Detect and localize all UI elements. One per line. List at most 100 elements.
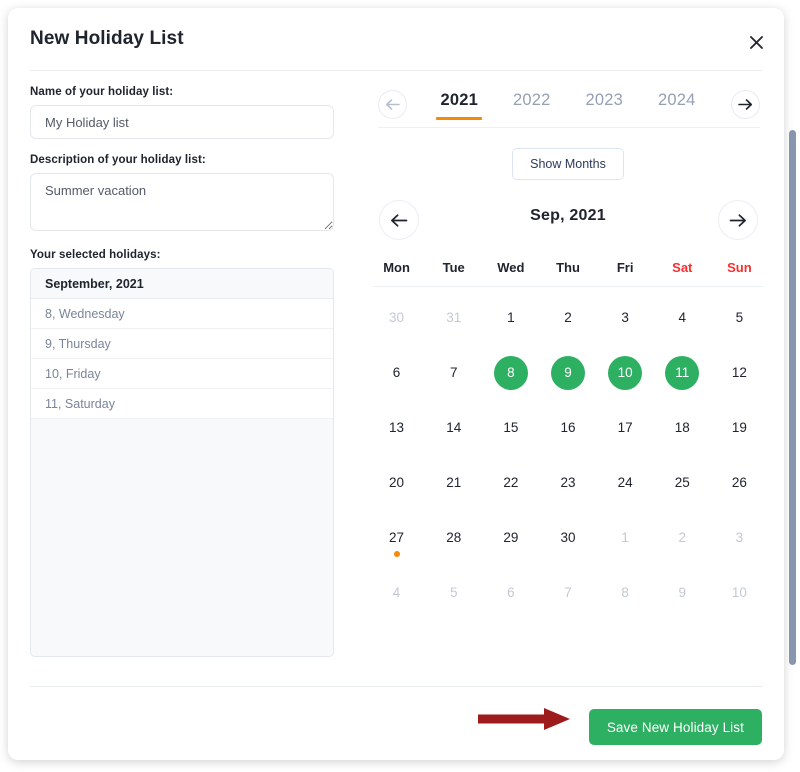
calendar-day-cell[interactable]: 28 (425, 510, 482, 565)
footer-divider (30, 686, 762, 687)
calendar-day-cell[interactable]: 29 (482, 510, 539, 565)
calendar-day-cell[interactable]: 30 (368, 290, 425, 345)
list-item[interactable]: 9, Thursday (31, 329, 333, 359)
calendar-day-cell[interactable]: 16 (539, 400, 596, 455)
calendar-day-number: 10 (608, 355, 643, 390)
calendar-day-cell[interactable]: 7 (425, 345, 482, 400)
weekday-header-sat: Sat (672, 260, 693, 275)
calendar-day-cell[interactable]: 1 (482, 290, 539, 345)
calendar-day-cell[interactable]: 26 (711, 455, 768, 510)
calendar-day-number: 15 (503, 419, 519, 435)
calendar-day-number: 11 (665, 355, 700, 390)
calendar-day-number: 16 (560, 419, 576, 435)
calendar-day-number: 23 (560, 474, 576, 490)
holiday-list-description-input[interactable]: Summer vacation (30, 173, 334, 231)
calendar-day-number: 25 (674, 474, 690, 490)
calendar-day-cell[interactable]: 1 (597, 510, 654, 565)
calendar-day-cell[interactable]: 23 (539, 455, 596, 510)
calendar-day-number: 4 (678, 309, 687, 325)
calendar-day-cell[interactable]: 3 (597, 290, 654, 345)
list-item[interactable]: 8, Wednesday (31, 299, 333, 329)
calendar-day-cell[interactable]: 15 (482, 400, 539, 455)
calendar-day-number: 14 (446, 419, 462, 435)
weekday-header-thu: Thu (556, 260, 580, 275)
year-tab-2024[interactable]: 2024 (654, 86, 700, 120)
arrow-right-icon (729, 213, 746, 227)
prev-year-button[interactable] (378, 90, 407, 119)
calendar-day-cell[interactable]: 25 (654, 455, 711, 510)
calendar-day-number: 2 (564, 309, 572, 325)
selected-holidays-label: Your selected holidays: (30, 249, 161, 261)
next-year-button[interactable] (731, 90, 760, 119)
calendar-day-cell[interactable]: 22 (482, 455, 539, 510)
weekday-header-wed: Wed (497, 260, 525, 275)
calendar-day-number: 5 (735, 309, 744, 325)
year-tab-2021[interactable]: 2021 (436, 86, 482, 120)
calendar-day-number: 17 (617, 419, 633, 435)
calendar-day-cell[interactable]: 21 (425, 455, 482, 510)
calendar-day-cell[interactable]: 4 (368, 565, 425, 620)
calendar-day-cell[interactable]: 20 (368, 455, 425, 510)
year-tab-2023[interactable]: 2023 (581, 86, 627, 120)
weekday-header-sun: Sun (727, 260, 752, 275)
calendar-day-number: 12 (731, 364, 747, 380)
scrollbar-thumb[interactable] (789, 130, 796, 665)
dialog-header: New Holiday List (8, 8, 784, 70)
calendar-day-cell[interactable]: 13 (368, 400, 425, 455)
calendar-day-cell[interactable]: 19 (711, 400, 768, 455)
calendar-weekday-header: Mon Tue Wed Thu Fri Sat Sun (368, 260, 768, 286)
calendar-day-number: 13 (389, 419, 405, 435)
calendar-day-cell[interactable]: 2 (654, 510, 711, 565)
calendar-day-number: 8 (621, 584, 629, 600)
calendar-day-number: 1 (621, 529, 629, 545)
calendar-day-cell[interactable]: 12 (711, 345, 768, 400)
calendar-day-number: 29 (503, 529, 519, 545)
close-icon[interactable] (744, 30, 768, 54)
calendar-day-cell[interactable]: 30 (539, 510, 596, 565)
calendar-day-cell[interactable]: 24 (597, 455, 654, 510)
calendar-day-cell[interactable]: 8 (482, 345, 539, 400)
calendar-day-cell[interactable]: 8 (597, 565, 654, 620)
calendar-day-number: 24 (617, 474, 633, 490)
weekday-header-tue: Tue (442, 260, 465, 275)
list-item[interactable]: 10, Friday (31, 359, 333, 389)
month-navigation: Sep, 2021 (368, 194, 768, 258)
list-item[interactable]: 11, Saturday (31, 389, 333, 419)
calendar-day-number: 19 (731, 419, 747, 435)
year-tab-2022[interactable]: 2022 (509, 86, 555, 120)
year-tabs-underline (378, 127, 760, 128)
calendar-day-cell[interactable]: 6 (368, 345, 425, 400)
calendar-day-number: 2 (678, 529, 687, 545)
calendar-day-cell[interactable]: 9 (654, 565, 711, 620)
next-month-button[interactable] (718, 200, 758, 240)
calendar-day-cell[interactable]: 7 (539, 565, 596, 620)
calendar-day-cell[interactable]: 11 (654, 345, 711, 400)
holiday-list-name-input[interactable] (30, 105, 334, 139)
calendar-day-number: 21 (446, 474, 462, 490)
calendar-day-cell[interactable]: 17 (597, 400, 654, 455)
save-new-holiday-list-button[interactable]: Save New Holiday List (588, 709, 762, 745)
calendar-day-cell[interactable]: 5 (711, 290, 768, 345)
calendar-day-cell[interactable]: 4 (654, 290, 711, 345)
calendar-day-cell[interactable]: 3 (711, 510, 768, 565)
calendar-day-number: 9 (678, 584, 687, 600)
show-months-button[interactable]: Show Months (512, 148, 624, 180)
calendar-day-cell[interactable]: 31 (425, 290, 482, 345)
calendar-header-divider (373, 286, 763, 287)
calendar-day-cell[interactable]: 9 (539, 345, 596, 400)
weekday-header-fri: Fri (616, 260, 634, 275)
calendar-day-cell[interactable]: 14 (425, 400, 482, 455)
calendar-day-cell[interactable]: 10 (597, 345, 654, 400)
calendar-day-cell[interactable]: 5 (425, 565, 482, 620)
calendar-day-cell[interactable]: 18 (654, 400, 711, 455)
calendar-day-number: 4 (392, 584, 401, 600)
calendar-day-cell[interactable]: 10 (711, 565, 768, 620)
calendar-day-cell[interactable]: 2 (539, 290, 596, 345)
calendar-day-number: 28 (446, 529, 462, 545)
calendar-day-number: 30 (389, 309, 405, 325)
calendar-day-cell[interactable]: 6 (482, 565, 539, 620)
scrollbar-track[interactable] (786, 0, 800, 772)
calendar-day-number: 10 (731, 584, 747, 600)
calendar-day-cell[interactable]: 27 (368, 510, 425, 565)
calendar-day-number: 31 (446, 309, 462, 325)
